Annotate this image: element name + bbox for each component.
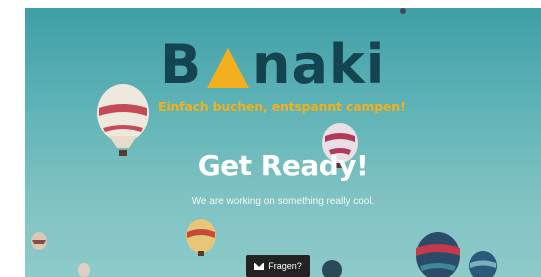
balloon-bottom-right: [416, 232, 460, 277]
contact-button-label: Fragen?: [268, 261, 302, 271]
page-subtitle: We are working on something really cool.: [191, 196, 375, 207]
logo-wordmark: naki: [252, 33, 386, 96]
page-heading: Get Ready!: [197, 149, 369, 182]
logo-letter-b: B: [160, 33, 203, 96]
contact-button[interactable]: Fragen?: [246, 255, 310, 277]
balloon-distant: [400, 8, 406, 14]
envelope-icon: [254, 262, 265, 270]
balloon-far-right: [469, 251, 497, 277]
balloon-small-left: [31, 232, 47, 250]
balloon-small-bottom: [322, 260, 342, 277]
balloon-tiny-left: [78, 263, 90, 277]
hero-background: B naki Einfach buchen, entspannt campen!…: [25, 8, 541, 277]
brand-tagline: Einfach buchen, entspannt campen!: [158, 99, 406, 114]
tent-icon: [207, 48, 249, 88]
brand-logo: B naki: [160, 34, 400, 104]
balloon-bottom-mid: [186, 219, 216, 256]
balloon-left: [97, 84, 149, 156]
